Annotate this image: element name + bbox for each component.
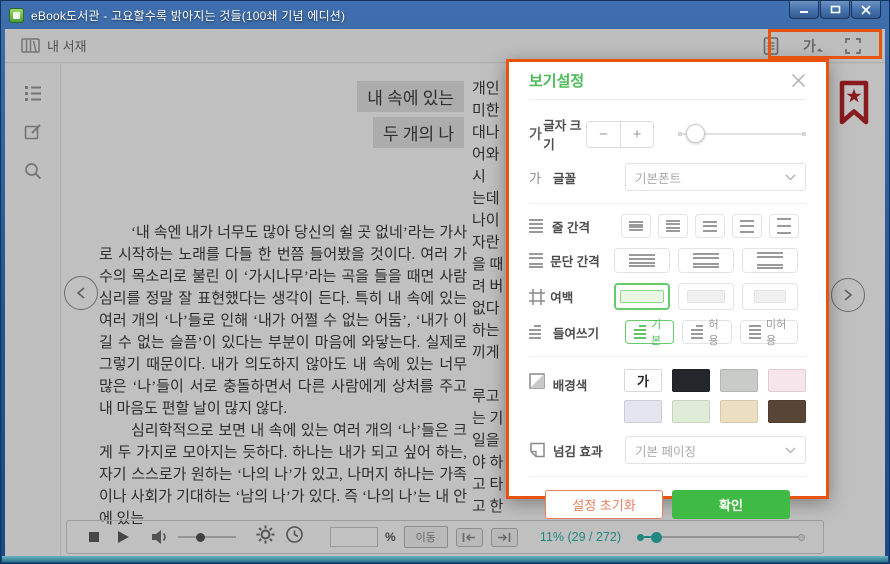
font-size-stepper: − + <box>586 121 654 148</box>
titlebar: eBook도서관 - 고요할수록 밝아지는 것들(100쇄 기념 에디션) <box>1 1 889 29</box>
divider <box>529 476 806 477</box>
margin-icon <box>529 289 550 305</box>
line-spacing-option-5[interactable] <box>769 214 799 238</box>
bg-color-swatch-lavender[interactable] <box>624 400 662 423</box>
margin-option-3[interactable] <box>742 283 798 310</box>
bg-color-swatch-white[interactable]: 가 <box>624 369 662 392</box>
view-settings-panel: 보기설정 가 글자 크기 − + <box>506 59 829 499</box>
line-spacing-option-4[interactable] <box>732 214 762 238</box>
paragraph-spacing-option-2[interactable] <box>678 248 734 273</box>
indent-option-allow[interactable]: 허용 <box>682 320 731 344</box>
app-icon <box>9 8 24 23</box>
reset-settings-button[interactable]: 설정 초기화 <box>545 490 663 519</box>
line-spacing-option-2[interactable] <box>658 214 688 238</box>
line-spacing-label: 줄 간격 <box>552 217 621 236</box>
minimize-icon <box>799 5 809 14</box>
chevron-down-icon <box>785 447 796 454</box>
close-button[interactable] <box>851 1 881 19</box>
indent-option-disallow[interactable]: 미허용 <box>740 320 798 344</box>
indent-allow-icon <box>691 325 703 339</box>
indent-option-default[interactable]: 기본 <box>625 320 674 344</box>
close-icon <box>861 5 871 15</box>
font-family-value: 기본폰트 <box>635 168 681 187</box>
bg-color-swatch-gray[interactable] <box>720 369 758 392</box>
confirm-button[interactable]: 확인 <box>672 490 790 519</box>
paragraph-spacing-option-1[interactable] <box>614 248 670 273</box>
font-size-decrease-button[interactable]: − <box>587 122 620 147</box>
page-effect-label: 넘김 효과 <box>553 441 625 460</box>
background-color-icon <box>529 373 553 389</box>
background-color-label: 배경색 <box>553 375 624 394</box>
margin-option-1-selected[interactable] <box>614 283 670 310</box>
font-family-icon: 가 <box>529 168 553 187</box>
indent-label: 들여쓰기 <box>553 323 625 342</box>
indent-disallow-icon <box>749 325 761 339</box>
bg-color-swatch-beige[interactable] <box>720 400 758 423</box>
maximize-button[interactable] <box>820 1 850 19</box>
line-spacing-option-1[interactable] <box>621 214 651 238</box>
paragraph-spacing-label: 문단 간격 <box>550 251 614 270</box>
page-effect-icon <box>529 442 553 458</box>
line-spacing-option-3[interactable] <box>695 214 725 238</box>
panel-title: 보기설정 <box>529 70 584 91</box>
margin-option-2[interactable] <box>678 283 734 310</box>
bg-color-swatch-brown[interactable] <box>768 400 806 423</box>
chevron-down-icon <box>785 174 796 181</box>
panel-close-button[interactable] <box>791 73 806 88</box>
page-effect-dropdown[interactable]: 기본 페이징 <box>625 436 806 464</box>
paragraph-spacing-icon <box>529 253 550 268</box>
bg-color-swatch-pink[interactable] <box>768 369 806 392</box>
divider <box>529 203 806 204</box>
bg-color-swatch-green[interactable] <box>672 400 710 423</box>
font-family-label: 글꼴 <box>553 168 625 187</box>
font-size-slider[interactable] <box>678 124 806 144</box>
page-effect-value: 기본 페이징 <box>635 441 696 460</box>
font-family-dropdown[interactable]: 기본폰트 <box>625 163 806 191</box>
line-spacing-icon <box>529 219 552 233</box>
font-size-icon: 가 <box>529 124 543 144</box>
margin-label: 여백 <box>550 287 614 306</box>
font-size-slider-knob[interactable] <box>686 124 705 143</box>
minimize-button[interactable] <box>789 1 819 19</box>
font-size-increase-button[interactable]: + <box>620 122 653 147</box>
indent-default-icon <box>634 325 646 339</box>
bg-color-swatch-black[interactable] <box>672 369 710 392</box>
font-size-label: 글자 크기 <box>543 115 586 153</box>
paragraph-spacing-option-3[interactable] <box>742 248 798 273</box>
close-x-icon <box>791 73 806 88</box>
indent-icon <box>529 325 553 339</box>
maximize-icon <box>830 5 841 14</box>
background-color-swatches: 가 <box>624 369 806 423</box>
window-title: eBook도서관 - 고요할수록 밝아지는 것들(100쇄 기념 에디션) <box>31 7 345 24</box>
app-window: eBook도서관 - 고요할수록 밝아지는 것들(100쇄 기념 에디션) <box>0 0 890 564</box>
divider <box>529 356 806 357</box>
